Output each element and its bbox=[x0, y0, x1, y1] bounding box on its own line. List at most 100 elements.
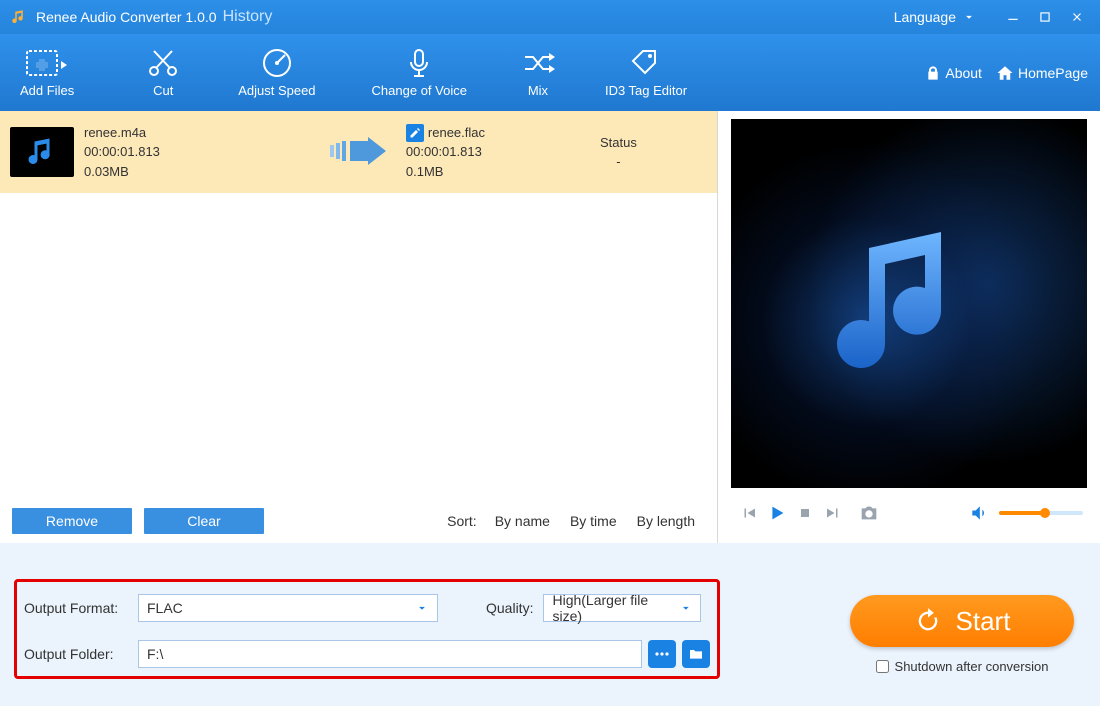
app-title: Renee Audio Converter 1.0.0 bbox=[36, 9, 217, 25]
start-label: Start bbox=[956, 606, 1011, 637]
camera-icon bbox=[858, 502, 880, 524]
adjust-speed-label: Adjust Speed bbox=[238, 83, 315, 98]
adjust-speed-button[interactable]: Adjust Speed bbox=[230, 43, 323, 102]
sort-by-time[interactable]: By time bbox=[570, 513, 617, 529]
arrow-right-icon bbox=[330, 135, 388, 167]
homepage-label: HomePage bbox=[1018, 65, 1088, 81]
prev-button[interactable] bbox=[735, 499, 763, 527]
mix-icon bbox=[521, 47, 555, 79]
source-duration: 00:00:01.813 bbox=[84, 142, 160, 162]
sort-by-name[interactable]: By name bbox=[495, 513, 550, 529]
quality-label: Quality: bbox=[486, 600, 533, 616]
cut-label: Cut bbox=[153, 83, 173, 98]
tag-icon bbox=[629, 47, 663, 79]
status-value: - bbox=[600, 152, 637, 172]
chevron-down-icon bbox=[962, 10, 976, 24]
quality-value: High(Larger file size) bbox=[552, 592, 678, 624]
preview-canvas bbox=[731, 119, 1087, 488]
output-format-label: Output Format: bbox=[24, 600, 138, 616]
edit-badge-icon bbox=[406, 124, 424, 142]
add-files-button[interactable]: Add Files bbox=[12, 43, 82, 102]
app-logo-icon bbox=[10, 8, 28, 26]
list-footer: Remove Clear Sort: By name By time By le… bbox=[0, 499, 717, 543]
remove-button[interactable]: Remove bbox=[12, 508, 132, 534]
close-button[interactable] bbox=[1064, 4, 1090, 30]
play-button[interactable] bbox=[763, 499, 791, 527]
minimize-icon bbox=[1006, 10, 1020, 24]
id3-editor-label: ID3 Tag Editor bbox=[605, 83, 687, 98]
cut-button[interactable]: Cut bbox=[138, 43, 188, 102]
snapshot-button[interactable] bbox=[855, 499, 883, 527]
stop-button[interactable] bbox=[791, 499, 819, 527]
change-voice-button[interactable]: Change of Voice bbox=[364, 43, 475, 102]
preview-panel bbox=[718, 111, 1100, 543]
volume-handle[interactable] bbox=[1040, 508, 1050, 518]
volume-slider[interactable] bbox=[999, 511, 1083, 515]
destination-file-info: renee.flac 00:00:01.813 0.1MB bbox=[406, 123, 485, 182]
output-folder-input[interactable] bbox=[138, 640, 642, 668]
history-link[interactable]: History bbox=[223, 8, 273, 26]
file-row[interactable]: renee.m4a 00:00:01.813 0.03MB renee.flac… bbox=[0, 111, 717, 193]
destination-duration: 00:00:01.813 bbox=[406, 142, 485, 162]
output-settings: Output Format: FLAC Quality: High(Larger… bbox=[24, 591, 710, 683]
lock-icon bbox=[925, 65, 941, 81]
output-folder-label: Output Folder: bbox=[24, 646, 138, 662]
shutdown-checkbox[interactable]: Shutdown after conversion bbox=[876, 659, 1049, 674]
output-format-select[interactable]: FLAC bbox=[138, 594, 438, 622]
language-selector[interactable]: Language bbox=[894, 9, 976, 25]
stop-icon bbox=[797, 505, 813, 521]
status-header: Status bbox=[600, 133, 637, 153]
home-icon bbox=[996, 64, 1014, 82]
homepage-button[interactable]: HomePage bbox=[996, 64, 1088, 82]
file-list-empty-area[interactable] bbox=[0, 193, 717, 499]
title-bar: Renee Audio Converter 1.0.0 History Lang… bbox=[0, 0, 1100, 34]
content-area: renee.m4a 00:00:01.813 0.03MB renee.flac… bbox=[0, 111, 1100, 543]
output-format-value: FLAC bbox=[147, 600, 183, 616]
bottom-panel: Output Format: FLAC Quality: High(Larger… bbox=[0, 543, 1100, 706]
clear-button[interactable]: Clear bbox=[144, 508, 264, 534]
destination-name: renee.flac bbox=[428, 123, 485, 143]
next-button[interactable] bbox=[819, 499, 847, 527]
chevron-down-icon bbox=[415, 601, 429, 615]
source-file-info: renee.m4a 00:00:01.813 0.03MB bbox=[84, 123, 160, 182]
quality-select[interactable]: High(Larger file size) bbox=[543, 594, 701, 622]
shutdown-checkbox-input[interactable] bbox=[876, 660, 889, 673]
mix-label: Mix bbox=[528, 83, 548, 98]
conversion-arrow bbox=[330, 135, 388, 170]
main-toolbar: Add Files Cut Adjust Speed Change of Voi… bbox=[0, 34, 1100, 111]
scissors-icon bbox=[146, 47, 180, 79]
add-files-icon bbox=[25, 47, 69, 79]
about-button[interactable]: About bbox=[925, 65, 982, 81]
add-files-label: Add Files bbox=[20, 83, 74, 98]
gauge-icon bbox=[260, 47, 294, 79]
music-note-large-icon bbox=[809, 204, 1009, 404]
file-thumbnail bbox=[10, 127, 74, 177]
start-button[interactable]: Start bbox=[850, 595, 1074, 647]
microphone-icon bbox=[402, 47, 436, 79]
play-icon bbox=[766, 502, 788, 524]
about-label: About bbox=[945, 65, 982, 81]
language-label: Language bbox=[894, 9, 956, 25]
file-list-panel: renee.m4a 00:00:01.813 0.03MB renee.flac… bbox=[0, 111, 718, 543]
skip-prev-icon bbox=[740, 504, 758, 522]
folder-icon bbox=[688, 646, 704, 662]
mix-button[interactable]: Mix bbox=[513, 43, 563, 102]
maximize-button[interactable] bbox=[1032, 4, 1058, 30]
playback-controls bbox=[731, 488, 1087, 538]
sort-by-length[interactable]: By length bbox=[637, 513, 695, 529]
sort-label: Sort: bbox=[447, 513, 477, 529]
music-note-icon bbox=[24, 134, 60, 170]
minimize-button[interactable] bbox=[1000, 4, 1026, 30]
status-column: Status - bbox=[600, 133, 637, 172]
change-voice-label: Change of Voice bbox=[372, 83, 467, 98]
source-size: 0.03MB bbox=[84, 162, 160, 182]
chevron-down-icon bbox=[679, 601, 693, 615]
open-folder-button[interactable] bbox=[682, 640, 710, 668]
shutdown-label: Shutdown after conversion bbox=[895, 659, 1049, 674]
source-name: renee.m4a bbox=[84, 123, 160, 143]
volume-button[interactable] bbox=[965, 499, 993, 527]
id3-editor-button[interactable]: ID3 Tag Editor bbox=[597, 43, 695, 102]
browse-button[interactable] bbox=[648, 640, 676, 668]
start-area: Start Shutdown after conversion bbox=[850, 595, 1074, 674]
maximize-icon bbox=[1038, 10, 1052, 24]
